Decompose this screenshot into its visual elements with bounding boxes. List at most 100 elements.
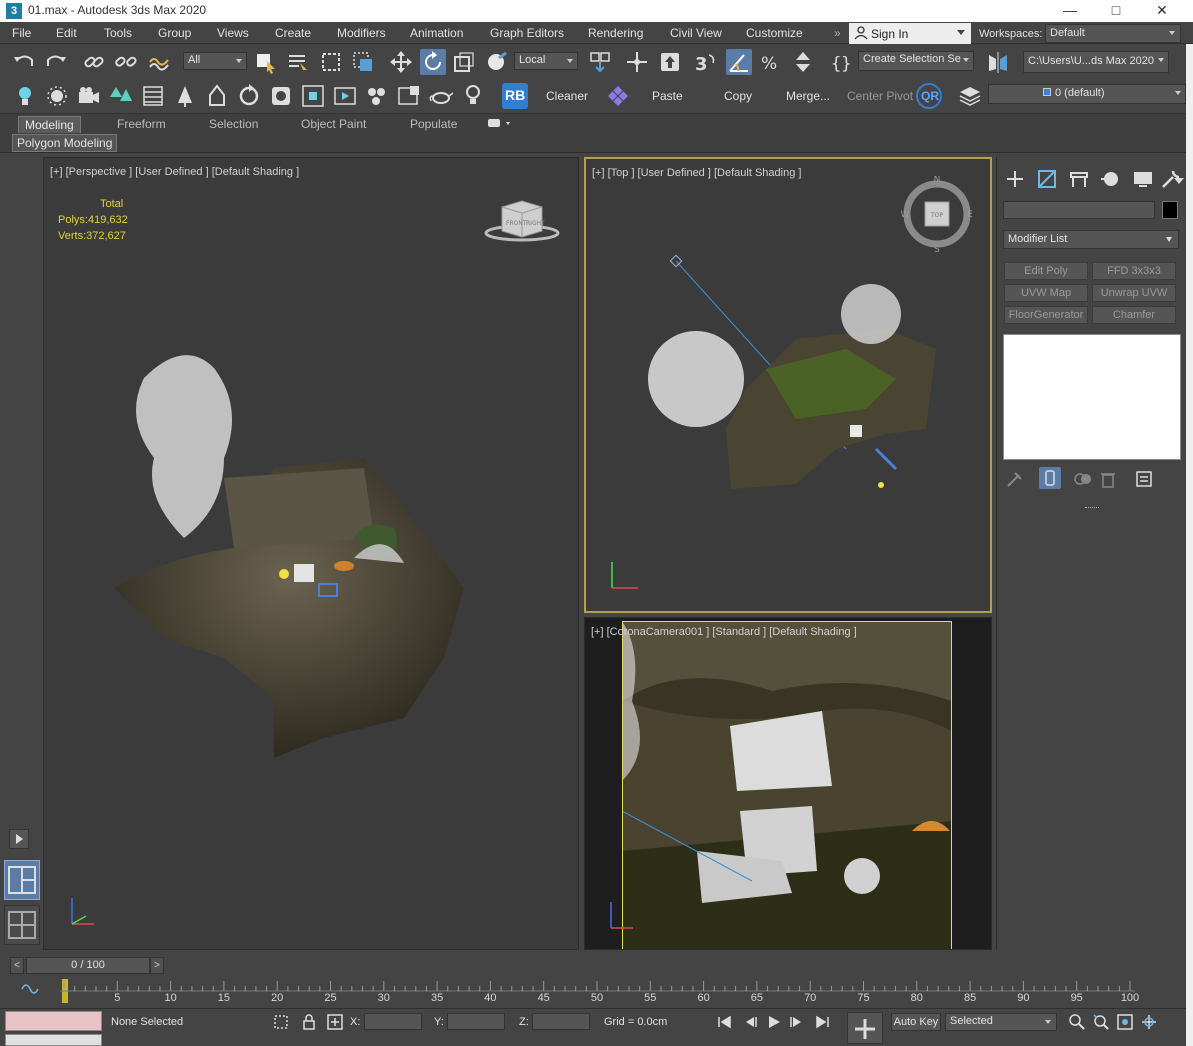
rotate-button[interactable] — [420, 49, 446, 75]
percent-snap-button[interactable]: % — [758, 49, 784, 75]
scale-button[interactable] — [451, 49, 477, 75]
create-camera-button[interactable] — [76, 83, 102, 109]
menu-overflow-icon[interactable]: » — [834, 26, 841, 40]
make-unique-icon[interactable] — [1073, 469, 1093, 489]
effects-button[interactable] — [364, 83, 390, 109]
tab-modeling[interactable]: Modeling — [18, 116, 81, 134]
layout-2-button[interactable] — [4, 905, 40, 945]
time-slider-prev[interactable]: < — [10, 957, 24, 974]
ribbon-options-button[interactable] — [484, 116, 512, 134]
tab-object-paint[interactable]: Object Paint — [295, 116, 372, 134]
cleaner-button[interactable]: Cleaner — [546, 89, 588, 103]
viewcube-front-face[interactable]: FRONT — [506, 220, 527, 227]
compass-north[interactable]: N — [934, 176, 941, 185]
render-frame-button[interactable] — [268, 83, 294, 109]
viewport-label-camera[interactable]: [+] [CoronaCamera001 ] [Standard ] [Defa… — [591, 626, 857, 638]
curve-editor-icon[interactable] — [21, 984, 39, 994]
menu-civil-view[interactable]: Civil View — [670, 26, 722, 40]
track-bar[interactable]: 5 10 15 20 25 30 35 40 45 50 55 60 65 70 75 80 85 90 95 100 — [0, 977, 1193, 1007]
tab-selection[interactable]: Selection — [203, 116, 264, 134]
menu-animation[interactable]: Animation — [410, 26, 463, 40]
bind-space-warp-button[interactable] — [146, 49, 172, 75]
keyboard-shortcut-override-button[interactable] — [657, 49, 683, 75]
key-filter-select[interactable]: Selected — [945, 1013, 1057, 1031]
layer-manager-button[interactable] — [957, 83, 983, 109]
railclone-button[interactable] — [204, 83, 230, 109]
tab-populate[interactable]: Populate — [404, 116, 463, 134]
move-button[interactable] — [388, 49, 414, 75]
absolute-mode-icon[interactable] — [326, 1013, 344, 1031]
tab-freeform[interactable]: Freeform — [111, 116, 172, 134]
zoom-icon[interactable] — [1068, 1013, 1086, 1031]
viewport-label-top[interactable]: [+] [Top ] [User Defined ] [Default Shad… — [592, 167, 801, 179]
teapot-button[interactable] — [428, 83, 454, 109]
place-button[interactable] — [484, 49, 510, 75]
minimize-button[interactable]: — — [1047, 0, 1093, 22]
viewcube[interactable]: FRONT RIGHT — [482, 191, 562, 246]
configure-sets-icon[interactable] — [1134, 469, 1154, 489]
hierarchy-tab-icon[interactable] — [1067, 167, 1091, 191]
select-object-button[interactable] — [253, 49, 279, 75]
viewcube-right-face[interactable]: RIGHT — [526, 220, 545, 227]
lock-selection-icon[interactable] — [300, 1013, 318, 1031]
go-to-start-icon[interactable] — [716, 1014, 734, 1030]
time-slider[interactable]: 0 / 100 — [26, 957, 150, 974]
named-selection-set[interactable]: Create Selection Se — [858, 51, 974, 71]
paste-button[interactable]: Paste — [652, 89, 683, 103]
y-coord-field[interactable] — [447, 1013, 505, 1030]
pin-stack-icon[interactable] — [1005, 469, 1025, 489]
menu-edit[interactable]: Edit — [56, 26, 77, 40]
menu-file[interactable]: File — [12, 26, 31, 40]
viewport-top[interactable]: [+] [Top ] [User Defined ] [Default Shad… — [584, 157, 992, 613]
modifier-chamfer-button[interactable]: Chamfer — [1092, 306, 1176, 324]
polygon-modeling-panel[interactable]: Polygon Modeling — [12, 134, 118, 152]
copy-button[interactable]: Copy — [724, 89, 752, 103]
project-folder[interactable]: C:\Users\U...ds Max 2020 — [1023, 51, 1169, 73]
show-end-result-button[interactable] — [1039, 467, 1061, 489]
forest-pack-button[interactable] — [172, 83, 198, 109]
pattern-button[interactable] — [605, 83, 631, 109]
modifier-ffd-button[interactable]: FFD 3x3x3 — [1092, 262, 1176, 280]
workspace-select[interactable]: Default — [1045, 24, 1181, 43]
render-region-button[interactable] — [396, 83, 422, 109]
menu-rendering[interactable]: Rendering — [588, 26, 643, 40]
z-coord-field[interactable] — [532, 1013, 590, 1030]
maxscript-output[interactable] — [5, 1034, 102, 1046]
pivot-point-center-button[interactable] — [587, 49, 613, 75]
menu-tools[interactable]: Tools — [104, 26, 132, 40]
layer-explorer-button[interactable] — [140, 83, 166, 109]
x-coord-field[interactable] — [364, 1013, 422, 1030]
current-layer-select[interactable]: 0 (default) — [988, 84, 1186, 104]
layout-1-button[interactable] — [4, 860, 40, 900]
spinner-snap-button[interactable] — [790, 49, 816, 75]
create-light-button[interactable] — [12, 83, 38, 109]
zoom-extents-all-icon[interactable] — [1140, 1013, 1158, 1031]
play-icon[interactable] — [765, 1014, 783, 1030]
select-by-name-button[interactable] — [285, 49, 311, 75]
isolate-selection-icon[interactable] — [272, 1013, 290, 1031]
link-button[interactable] — [81, 49, 107, 75]
zoom-all-icon[interactable] — [1092, 1013, 1110, 1031]
set-key-button[interactable] — [847, 1012, 883, 1044]
viewport-camera[interactable]: [+] [CoronaCamera001 ] [Standard ] [Defa… — [584, 617, 992, 950]
create-tab-plus-icon[interactable] — [1003, 167, 1027, 191]
go-to-end-icon[interactable] — [813, 1014, 831, 1030]
rectangular-selection-button[interactable] — [318, 49, 344, 75]
modifier-uvw-map-button[interactable]: UVW Map — [1004, 284, 1088, 302]
refresh-button[interactable] — [236, 83, 262, 109]
viewcube-compass[interactable]: N S E W TOP — [899, 176, 975, 254]
light-lister-button[interactable] — [460, 83, 486, 109]
panel-resize-handle[interactable] — [1085, 507, 1099, 509]
time-slider-next[interactable]: > — [150, 957, 164, 974]
menu-customize[interactable]: Customize — [746, 26, 803, 40]
modifier-floorgenerator-button[interactable]: FloorGenerator — [1004, 306, 1088, 324]
previous-frame-icon[interactable] — [742, 1014, 760, 1030]
menu-graph-editors[interactable]: Graph Editors — [490, 26, 564, 40]
expand-layouts-button[interactable] — [9, 829, 29, 849]
menu-views[interactable]: Views — [217, 26, 249, 40]
unlink-button[interactable] — [113, 49, 139, 75]
viewport-perspective[interactable]: [+] [Perspective ] [User Defined ] [Defa… — [43, 157, 579, 950]
modifier-stack[interactable] — [1003, 334, 1181, 460]
object-name-field[interactable] — [1003, 201, 1155, 219]
viewcube-top-face[interactable]: TOP — [930, 212, 943, 219]
